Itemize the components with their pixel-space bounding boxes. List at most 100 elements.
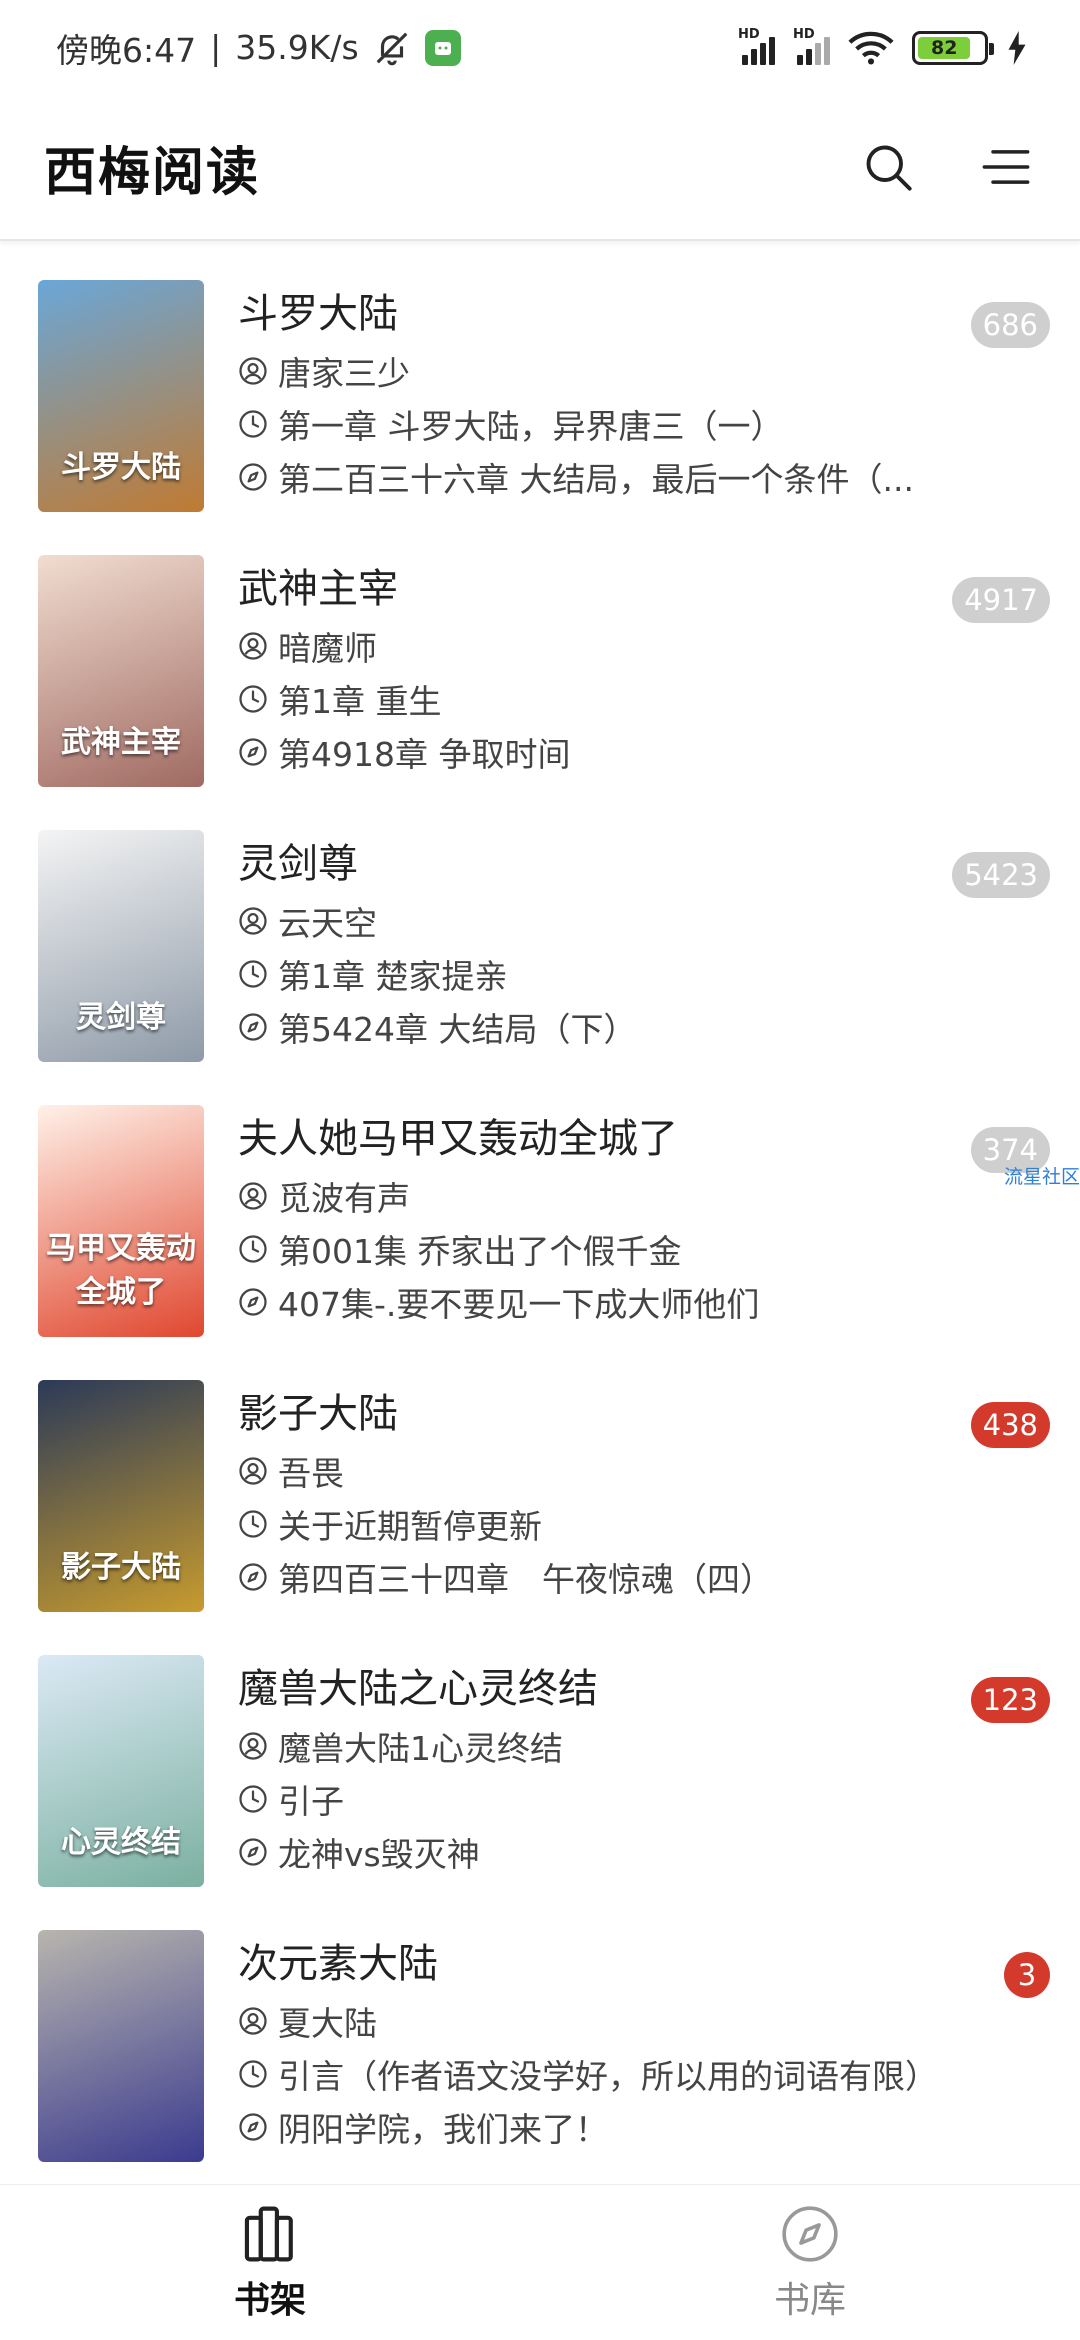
book-title: 斗罗大陆 <box>238 291 398 337</box>
book-list-item[interactable]: 影子大陆 影子大陆 吾畏 关于近期暂停更新 第四百三十四章 午夜惊魂（四） 43… <box>0 1344 1080 1619</box>
book-list-item[interactable]: 武神主宰 武神主宰 暗魔师 第1章 重生 第4918章 争取时间 4917 <box>0 519 1080 794</box>
unread-count-badge: 686 <box>970 302 1050 348</box>
menu-button[interactable] <box>976 137 1036 197</box>
author-icon <box>239 1181 267 1210</box>
book-info: 影子大陆 吾畏 关于近期暂停更新 第四百三十四章 午夜惊魂（四） <box>238 1384 1040 1603</box>
author-icon <box>239 631 267 660</box>
read-progress-line: 第1章 重生 <box>238 672 1040 725</box>
author-icon <box>239 906 267 935</box>
read-chapter: 引子 <box>278 1781 344 1821</box>
author-icon <box>239 2006 267 2035</box>
clock-icon <box>239 1234 267 1263</box>
book-info: 灵剑尊 云天空 第1章 楚家提亲 第5424章 大结局（下） <box>238 834 1040 1053</box>
author-line: 吾畏 <box>238 1444 1040 1497</box>
latest-chapter: 阴阳学院，我们来了！ <box>278 2109 608 2149</box>
author-line: 暗魔师 <box>238 619 1040 672</box>
compass-icon <box>239 1562 267 1591</box>
cover-title: 武神主宰 <box>61 725 181 760</box>
latest-chapter-line: 龙神vs毁灭神 <box>238 1825 1040 1878</box>
author-line: 夏大陆 <box>238 1994 1040 2047</box>
book-info: 武神主宰 暗魔师 第1章 重生 第4918章 争取时间 <box>238 559 1040 778</box>
read-progress-line: 第001集 乔家出了个假千金 <box>238 1222 1040 1275</box>
read-chapter: 第001集 乔家出了个假千金 <box>278 1231 682 1271</box>
wifi-icon <box>848 31 894 64</box>
battery-level: 82 <box>918 36 971 59</box>
status-left: 傍晚6:47 | 35.9K/s <box>56 24 461 72</box>
clock-icon <box>239 684 267 713</box>
search-icon <box>866 145 912 191</box>
book-title: 武神主宰 <box>238 566 398 612</box>
clock-icon <box>239 1784 267 1813</box>
clock-icon <box>239 409 267 438</box>
book-info: 魔兽大陆之心灵终结 魔兽大陆1心灵终结 引子 龙神vs毁灭神 <box>238 1659 1040 1878</box>
book-title: 次元素大陆 <box>238 1941 438 1987</box>
compass-icon <box>239 462 267 491</box>
signal-icon-2: HD <box>793 27 830 65</box>
hd-label: HD <box>738 26 760 42</box>
book-list-item[interactable]: 马甲又轰动全城了 夫人她马甲又轰动全城了 觅波有声 第001集 乔家出了个假千金… <box>0 1069 1080 1344</box>
book-info: 次元素大陆 夏大陆 引言（作者语文没学好，所以用的词语有限） 阴阳学院，我们来了… <box>238 1934 1040 2153</box>
read-progress-line: 第1章 楚家提亲 <box>238 947 1040 1000</box>
status-bar: 傍晚6:47 | 35.9K/s HD HD 82 <box>0 0 1080 95</box>
book-cover[interactable]: 马甲又轰动全城了 <box>38 1105 204 1337</box>
cover-title: 影子大陆 <box>61 1550 181 1585</box>
bottom-navigation: 书架 书库 <box>0 2184 1080 2340</box>
read-progress-line: 第一章 斗罗大陆，异界唐三（一） <box>238 397 1040 450</box>
compass-icon <box>239 2112 267 2141</box>
book-cover[interactable]: 灵剑尊 <box>38 830 204 1062</box>
book-author: 云天空 <box>278 903 377 943</box>
book-title: 灵剑尊 <box>238 841 358 887</box>
book-cover[interactable]: 心灵终结 <box>38 1655 204 1887</box>
app-actions <box>858 137 1036 197</box>
author-line: 觅波有声 <box>238 1169 1040 1222</box>
book-title: 魔兽大陆之心灵终结 <box>238 1666 598 1712</box>
author-line: 魔兽大陆1心灵终结 <box>238 1719 1040 1772</box>
unread-count-badge: 5423 <box>952 852 1050 898</box>
watermark-text: 流星社区 <box>1003 1166 1080 1188</box>
compass-icon <box>239 1287 267 1316</box>
status-time: 傍晚6:47 <box>56 30 197 70</box>
cover-title: 灵剑尊 <box>76 1000 166 1035</box>
app-bar: 西梅阅读 <box>0 95 1080 241</box>
cover-title: 斗罗大陆 <box>61 450 181 485</box>
book-info: 斗罗大陆 唐家三少 第一章 斗罗大陆，异界唐三（一） 第二百三十六章 大结局，最… <box>238 284 1040 503</box>
network-speed: 35.9K/s <box>235 28 359 67</box>
book-list-item[interactable]: 心灵终结 魔兽大陆之心灵终结 魔兽大陆1心灵终结 引子 龙神vs毁灭神 123 <box>0 1619 1080 1894</box>
book-cover[interactable]: 斗罗大陆 <box>38 280 204 512</box>
book-list-item[interactable]: 斗罗大陆 斗罗大陆 唐家三少 第一章 斗罗大陆，异界唐三（一） 第二百三十六章 … <box>0 244 1080 519</box>
clock-icon <box>239 959 267 988</box>
tab-bookshelf[interactable]: 书架 <box>0 2185 540 2340</box>
compass-nav-icon <box>782 2205 838 2262</box>
hd-label-2: HD <box>793 26 815 42</box>
book-list-item[interactable]: 灵剑尊 灵剑尊 云天空 第1章 楚家提亲 第5424章 大结局（下） 5423 <box>0 794 1080 1069</box>
compass-icon <box>239 737 267 766</box>
read-chapter: 关于近期暂停更新 <box>278 1506 542 1546</box>
tab-bookshelf-label: 书架 <box>233 2279 306 2321</box>
book-author: 暗魔师 <box>278 628 377 668</box>
read-chapter: 第一章 斗罗大陆，异界唐三（一） <box>278 406 784 446</box>
bookshelf-list[interactable]: 斗罗大陆 斗罗大陆 唐家三少 第一章 斗罗大陆，异界唐三（一） 第二百三十六章 … <box>0 244 1080 2184</box>
book-author: 吾畏 <box>278 1453 344 1493</box>
read-progress-line: 引子 <box>238 1772 1040 1825</box>
book-author: 唐家三少 <box>278 353 410 393</box>
book-title: 影子大陆 <box>238 1391 398 1437</box>
bell-off-icon <box>376 32 408 65</box>
latest-chapter-line: 第二百三十六章 大结局，最后一个条件（... <box>238 450 1040 503</box>
tab-library[interactable]: 书库 <box>540 2185 1080 2340</box>
latest-chapter: 第5424章 大结局（下） <box>278 1009 637 1049</box>
read-chapter: 第1章 重生 <box>278 681 442 721</box>
book-author: 觅波有声 <box>278 1178 410 1218</box>
read-chapter: 第1章 楚家提亲 <box>278 956 508 996</box>
clock-icon <box>239 1509 267 1538</box>
tab-library-label: 书库 <box>773 2279 846 2321</box>
latest-chapter-line: 阴阳学院，我们来了！ <box>238 2100 1040 2153</box>
book-cover[interactable] <box>38 1930 204 2162</box>
app-notification-icon <box>424 29 461 66</box>
cover-title: 马甲又轰动全城了 <box>46 1231 196 1310</box>
book-list-item[interactable]: 次元素大陆 夏大陆 引言（作者语文没学好，所以用的词语有限） 阴阳学院，我们来了… <box>0 1894 1080 2169</box>
latest-chapter: 407集-.要不要见一下成大师他们 <box>278 1284 760 1324</box>
author-icon <box>239 356 267 385</box>
book-cover[interactable]: 影子大陆 <box>38 1380 204 1612</box>
search-button[interactable] <box>858 137 918 197</box>
book-cover[interactable]: 武神主宰 <box>38 555 204 787</box>
